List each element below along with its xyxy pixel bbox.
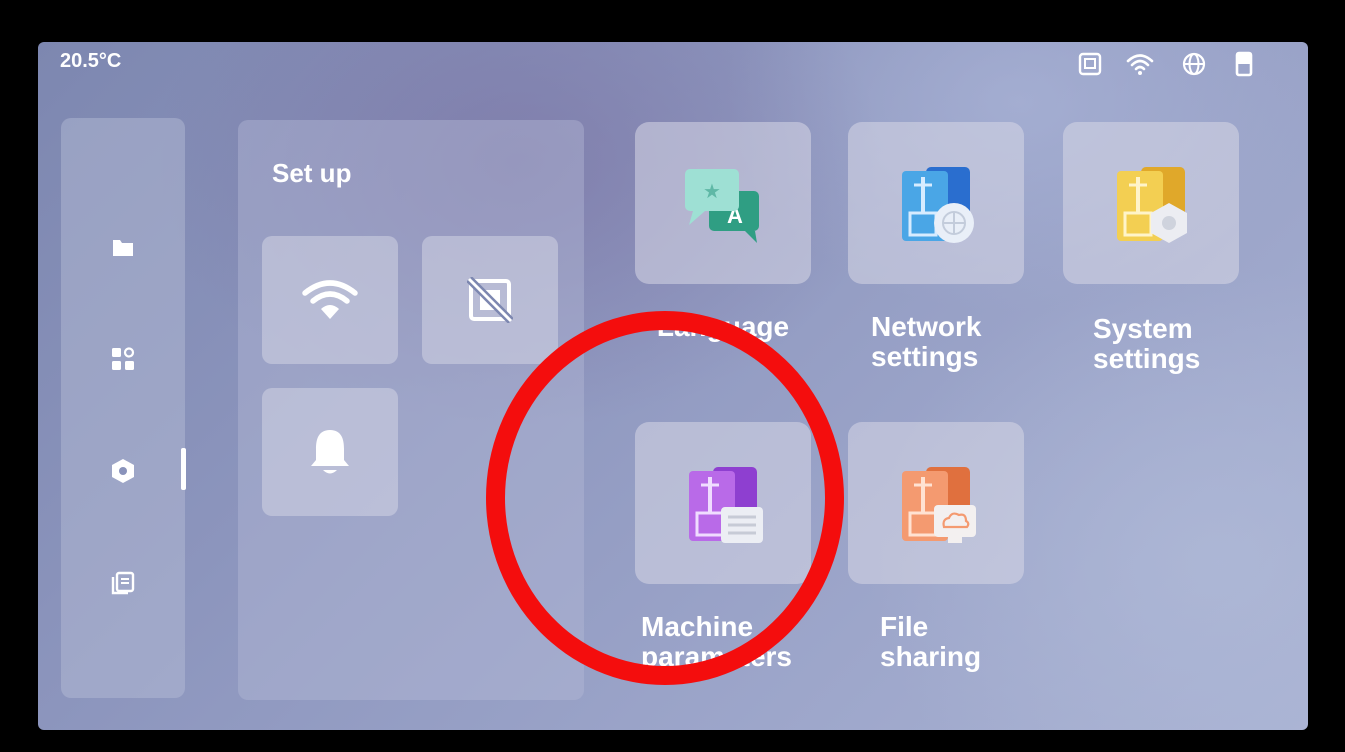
language-tile[interactable]: A ★ (635, 122, 811, 284)
globe-icon[interactable] (1178, 50, 1210, 78)
language-icon: A ★ (685, 169, 759, 243)
quick-wifi-toggle[interactable] (262, 236, 398, 364)
quick-screen-toggle[interactable] (422, 236, 558, 364)
system-settings-icon (1117, 167, 1187, 243)
log-icon[interactable] (61, 558, 185, 608)
settings-hex-icon[interactable] (61, 446, 185, 496)
quick-bell-toggle[interactable] (262, 388, 398, 516)
highlight-circle (486, 311, 844, 685)
setup-title: Set up (272, 158, 352, 188)
bell-icon (311, 430, 349, 474)
network-settings-tile[interactable] (848, 122, 1024, 284)
screen-icon[interactable] (1074, 50, 1106, 78)
system-settings-label: System settings (1093, 313, 1201, 374)
file-sharing-tile[interactable] (848, 422, 1024, 584)
wifi-icon[interactable] (1124, 50, 1156, 78)
folder-icon[interactable] (61, 222, 185, 272)
network-settings-icon (902, 167, 974, 243)
file-sharing-icon (902, 467, 976, 543)
screen-off-icon (467, 277, 513, 323)
temperature-readout: 20.5°C (60, 50, 122, 72)
apps-icon[interactable] (61, 334, 185, 384)
network-settings-label: Network settings (871, 311, 982, 372)
file-sharing-label: File sharing (880, 611, 982, 672)
usb-icon[interactable] (1228, 50, 1260, 78)
sidebar-active-indicator (181, 448, 186, 490)
wifi-icon (302, 280, 358, 319)
sidebar (61, 118, 185, 698)
svg-text:★: ★ (703, 181, 721, 203)
system-settings-tile[interactable] (1063, 122, 1239, 284)
